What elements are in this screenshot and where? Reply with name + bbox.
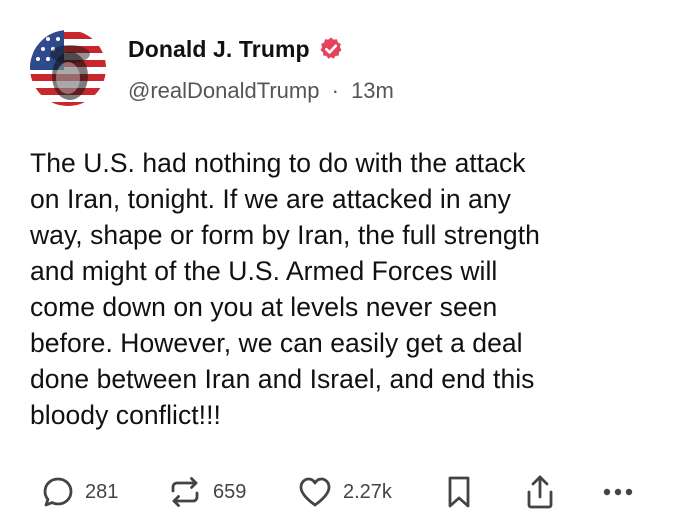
retruth-count: 659	[213, 480, 247, 503]
author-handle-row: @realDonaldTrump · 13m	[128, 78, 394, 104]
reply-count: 281	[85, 480, 119, 503]
heart-icon	[299, 477, 331, 507]
reply-icon	[43, 477, 73, 507]
author-display-name[interactable]: Donald J. Trump	[128, 36, 310, 63]
action-bar: 281 659 2.27k	[0, 472, 680, 512]
more-icon	[603, 488, 633, 496]
author-name-row: Donald J. Trump	[128, 34, 344, 64]
post-text-line: The U.S. had nothing to do with the atta…	[30, 148, 526, 178]
post-text-line: bloody conflict!!!	[30, 400, 221, 430]
post-text-line: way, shape or form by Iran, the full str…	[30, 220, 540, 250]
post-text-line: on Iran, tonight. If we are attacked in …	[30, 184, 511, 214]
bookmark-icon	[448, 476, 470, 508]
reply-button[interactable]: 281	[40, 472, 118, 512]
post-text-line: before. However, we can easily get a dea…	[30, 328, 523, 358]
post-card: Donald J. Trump @realDonaldTrump · 13m T…	[0, 0, 680, 531]
retruth-icon	[171, 477, 199, 507]
post-text-line: come down on you at levels never seen	[30, 292, 498, 322]
retruth-button[interactable]: 659	[166, 472, 246, 512]
more-options-button[interactable]	[600, 472, 636, 512]
share-icon	[527, 475, 553, 509]
avatar-image	[30, 30, 106, 106]
like-button[interactable]: 2.27k	[296, 472, 392, 512]
post-text-line: done between Iran and Israel, and end th…	[30, 364, 535, 394]
handle-separator: ·	[331, 78, 339, 103]
author-handle[interactable]: @realDonaldTrump	[128, 78, 319, 103]
post-timestamp[interactable]: 13m	[351, 78, 394, 103]
share-button[interactable]	[522, 472, 558, 512]
like-count: 2.27k	[343, 480, 392, 503]
post-body: The U.S. had nothing to do with the atta…	[30, 145, 660, 433]
post-text-line: and might of the U.S. Armed Forces will	[30, 256, 498, 286]
avatar[interactable]	[30, 30, 106, 106]
verified-badge-icon	[318, 36, 344, 62]
bookmark-button[interactable]	[442, 472, 476, 512]
